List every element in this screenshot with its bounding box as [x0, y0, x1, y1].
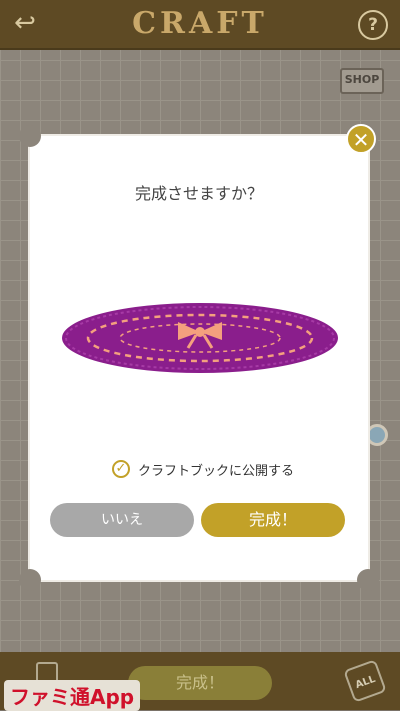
shop-button[interactable]: SHOP: [340, 68, 384, 94]
close-icon[interactable]: ✕: [346, 124, 376, 154]
cancel-button[interactable]: いいえ: [50, 503, 194, 537]
header-bar: ↩ CRAFT ?: [0, 0, 400, 50]
help-button[interactable]: ?: [358, 10, 388, 40]
confirm-complete-button[interactable]: 完成！: [201, 503, 345, 537]
dialog-question: 完成させますか？: [134, 184, 263, 203]
watermark-logo: ファミ通App: [4, 680, 141, 711]
lace-doily-item-image: [62, 303, 338, 373]
footer-complete-button[interactable]: 完成！: [128, 666, 272, 700]
page-title: CRAFT: [132, 6, 268, 41]
publish-checkbox-label: クラフトブックに公開する: [138, 464, 295, 479]
side-handle-icon: [366, 424, 388, 446]
checkbox-checked-icon[interactable]: ✓: [112, 460, 130, 478]
dialog-corner: [19, 569, 41, 591]
